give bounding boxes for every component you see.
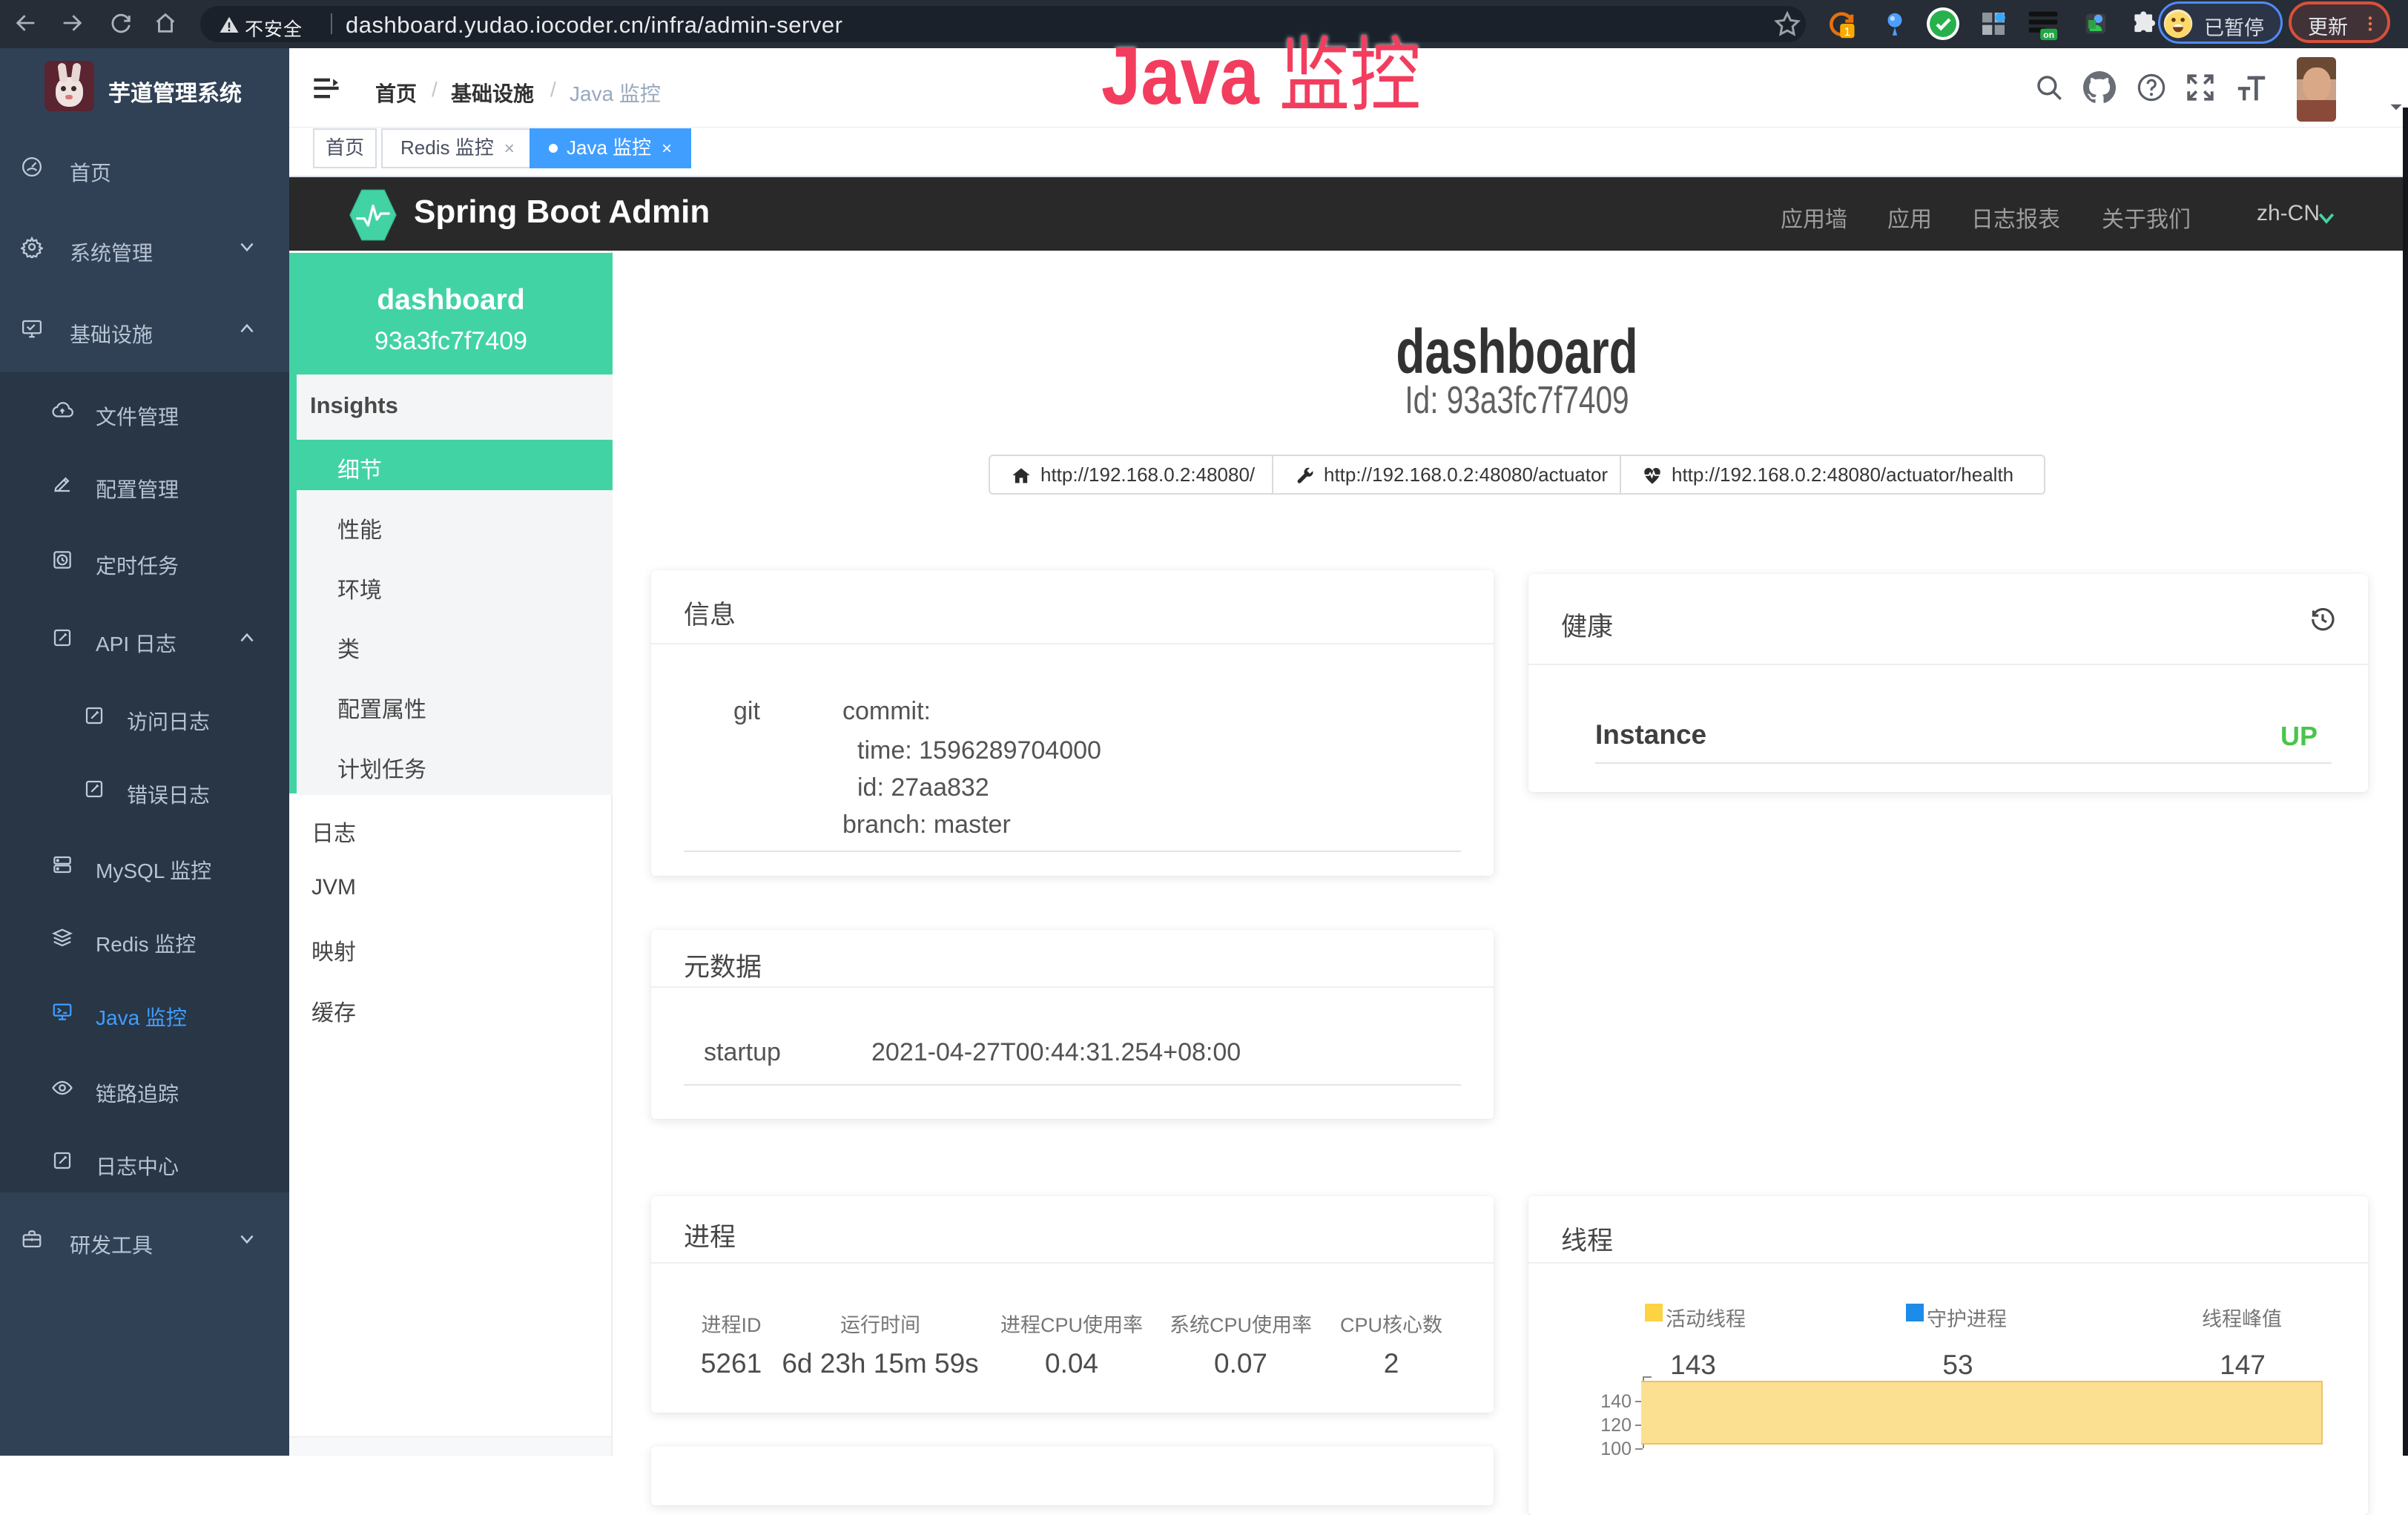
svg-text:1: 1 xyxy=(1844,26,1850,39)
svg-text:on: on xyxy=(2043,30,2054,40)
